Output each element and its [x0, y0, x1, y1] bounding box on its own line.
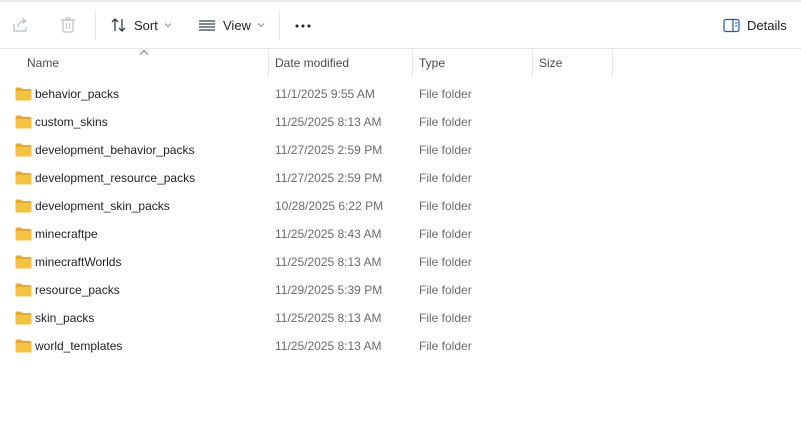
- chevron-down-icon: [164, 23, 172, 28]
- command-bar: Sort View Details: [0, 2, 801, 49]
- file-type: File folder: [419, 311, 472, 325]
- column-header-size[interactable]: Size: [539, 49, 562, 77]
- file-date-modified: 11/1/2025 9:55 AM: [275, 87, 375, 101]
- table-row[interactable]: development_resource_packs 11/27/2025 2:…: [0, 164, 801, 192]
- sort-label: Sort: [134, 17, 158, 33]
- column-header-date-modified[interactable]: Date modified: [275, 49, 349, 77]
- sort-ascending-indicator-icon: [139, 49, 149, 55]
- column-divider[interactable]: [532, 49, 533, 77]
- column-divider[interactable]: [268, 49, 269, 77]
- file-type: File folder: [419, 339, 472, 353]
- file-type: File folder: [419, 199, 472, 213]
- toolbar-separator: [95, 11, 96, 39]
- folder-icon: [15, 283, 32, 297]
- folder-icon: [15, 199, 32, 213]
- file-list: behavior_packs 11/1/2025 9:55 AM File fo…: [0, 80, 801, 360]
- file-name: world_templates: [35, 339, 123, 353]
- view-lines-icon: [199, 20, 215, 31]
- view-button[interactable]: View: [198, 11, 265, 39]
- details-label: Details: [747, 17, 787, 33]
- file-name: minecraftWorlds: [35, 255, 122, 269]
- sort-arrows-icon: [111, 18, 126, 32]
- file-date-modified: 11/27/2025 2:59 PM: [275, 171, 383, 185]
- folder-icon: [15, 311, 32, 325]
- file-date-modified: 11/29/2025 5:39 PM: [275, 283, 383, 297]
- file-date-modified: 11/27/2025 2:59 PM: [275, 143, 383, 157]
- file-date-modified: 11/25/2025 8:13 AM: [275, 311, 382, 325]
- column-divider[interactable]: [612, 49, 613, 77]
- file-name: behavior_packs: [35, 87, 120, 101]
- file-date-modified: 10/28/2025 6:22 PM: [275, 199, 384, 213]
- column-header-name[interactable]: Name: [27, 49, 59, 77]
- folder-icon: [15, 227, 32, 241]
- table-row[interactable]: world_templates 11/25/2025 8:13 AM File …: [0, 332, 801, 360]
- file-date-modified: 11/25/2025 8:13 AM: [275, 255, 382, 269]
- column-divider[interactable]: [412, 49, 413, 77]
- table-row[interactable]: minecraftpe 11/25/2025 8:43 AM File fold…: [0, 220, 801, 248]
- file-date-modified: 11/25/2025 8:13 AM: [275, 115, 382, 129]
- file-type: File folder: [419, 227, 472, 241]
- folder-icon: [15, 339, 32, 353]
- file-type: File folder: [419, 283, 472, 297]
- details-pane-button[interactable]: Details: [723, 11, 787, 39]
- folder-icon: [15, 255, 32, 269]
- column-header-row: Name Date modified Type Size: [0, 49, 801, 77]
- file-name: development_resource_packs: [35, 171, 196, 185]
- table-row[interactable]: development_skin_packs 10/28/2025 6:22 P…: [0, 192, 801, 220]
- file-type: File folder: [419, 255, 472, 269]
- file-type: File folder: [419, 171, 472, 185]
- sort-button[interactable]: Sort: [110, 11, 172, 39]
- table-row[interactable]: skin_packs 11/25/2025 8:13 AM File folde…: [0, 304, 801, 332]
- file-name: resource_packs: [35, 283, 120, 297]
- table-row[interactable]: development_behavior_packs 11/27/2025 2:…: [0, 136, 801, 164]
- share-icon[interactable]: [10, 15, 30, 35]
- file-name: development_behavior_packs: [35, 143, 195, 157]
- file-name: skin_packs: [35, 311, 95, 325]
- table-row[interactable]: resource_packs 11/29/2025 5:39 PM File f…: [0, 276, 801, 304]
- details-pane-icon: [723, 18, 740, 32]
- file-name: minecraftpe: [35, 227, 98, 241]
- file-date-modified: 11/25/2025 8:43 AM: [275, 227, 382, 241]
- folder-icon: [15, 143, 32, 157]
- file-date-modified: 11/25/2025 8:13 AM: [275, 339, 382, 353]
- table-row[interactable]: behavior_packs 11/1/2025 9:55 AM File fo…: [0, 80, 801, 108]
- toolbar-separator: [279, 11, 280, 39]
- file-type: File folder: [419, 143, 472, 157]
- table-row[interactable]: custom_skins 11/25/2025 8:13 AM File fol…: [0, 108, 801, 136]
- more-options-icon[interactable]: [293, 15, 313, 35]
- file-type: File folder: [419, 115, 472, 129]
- view-label: View: [223, 17, 251, 33]
- file-name: development_skin_packs: [35, 199, 170, 213]
- file-explorer-window: Sort View Details Name Date modified Typ…: [0, 0, 801, 429]
- file-name: custom_skins: [35, 115, 108, 129]
- folder-icon: [15, 87, 32, 101]
- delete-icon[interactable]: [58, 15, 78, 35]
- column-header-type[interactable]: Type: [419, 49, 445, 77]
- folder-icon: [15, 171, 32, 185]
- chevron-down-icon: [257, 23, 265, 28]
- folder-icon: [15, 115, 32, 129]
- file-type: File folder: [419, 87, 472, 101]
- table-row[interactable]: minecraftWorlds 11/25/2025 8:13 AM File …: [0, 248, 801, 276]
